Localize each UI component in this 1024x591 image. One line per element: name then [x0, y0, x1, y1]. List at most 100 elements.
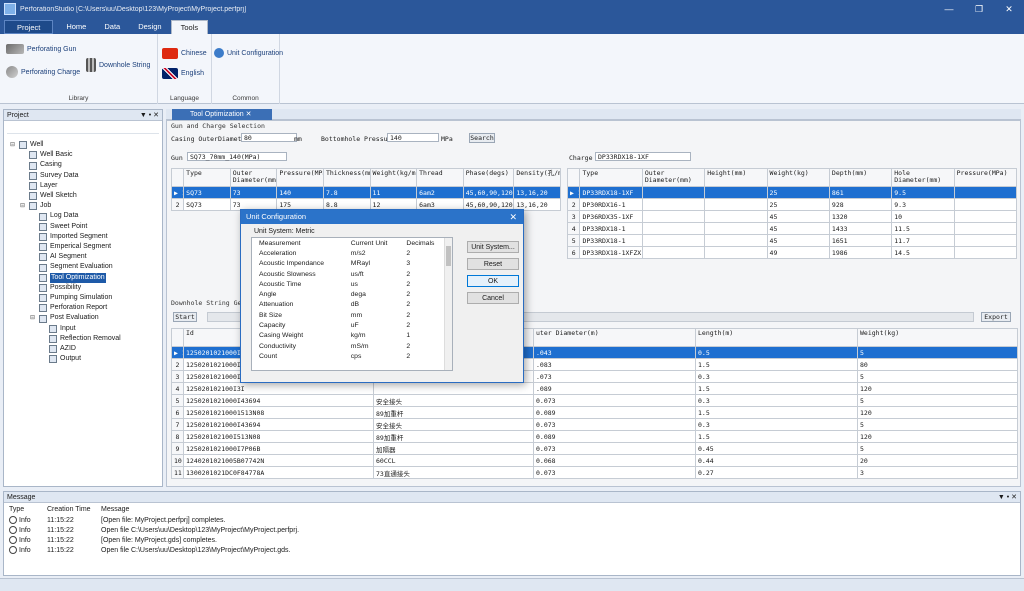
restore-icon[interactable]: ❐: [964, 0, 994, 18]
charge-table-row[interactable]: 6 DP33RDX18-1XFZX 49 1986 14.5: [566, 246, 1018, 259]
tree-item-sweet-point[interactable]: Sweet Point: [10, 222, 162, 232]
tree-item-label: Layer: [40, 181, 58, 189]
measurement-row[interactable]: Acoustic Slowness us/ft 2: [252, 269, 444, 279]
measurement-row[interactable]: Angle dega 2: [252, 289, 444, 299]
tree-item-tool-optimization[interactable]: Tool Optimization: [10, 272, 162, 283]
tree-item-possibility[interactable]: Possibility: [10, 283, 162, 293]
start-button[interactable]: Start: [173, 312, 197, 322]
tree-item-log-data[interactable]: Log Data: [10, 211, 162, 221]
string-table-row[interactable]: 9 1250201021000I7P06B 加隔器 0.073 0.45 5: [171, 442, 1018, 455]
tree-item-output[interactable]: Output: [10, 354, 162, 364]
tree-node-icon: [39, 283, 47, 292]
charge-table-row[interactable]: 5 DP33RDX18-1 45 1651 11.7: [566, 234, 1018, 247]
tree-item-post-evaluation[interactable]: ⊟ Post Evaluation: [10, 313, 162, 323]
tree-item-perforation-report[interactable]: Perforation Report: [10, 303, 162, 313]
measurement-row[interactable]: Count cps 2: [252, 351, 444, 361]
string-table-cell: 1.5: [695, 382, 858, 395]
tree-expander-icon[interactable]: ⊟: [20, 201, 26, 211]
tree-item-layer[interactable]: Layer: [10, 181, 162, 191]
string-table-header: Weight(kg): [857, 328, 1018, 347]
tree-expander-icon[interactable]: ⊟: [30, 313, 36, 323]
casing-od-input[interactable]: 80: [241, 133, 297, 142]
unit-configuration-button[interactable]: Unit Configuration: [214, 48, 283, 58]
cancel-button[interactable]: Cancel: [467, 292, 519, 304]
tree-item-label: Post Evaluation: [50, 314, 99, 322]
tree-item-segment-evaluation[interactable]: Segment Evaluation: [10, 262, 162, 272]
perforating-charge-button[interactable]: Perforating Charge: [6, 66, 80, 78]
tab-data[interactable]: Data: [95, 20, 129, 34]
message-text: [Open file: MyProject.gds] completes.: [101, 536, 217, 544]
pin-icon[interactable]: ▼ • ✕: [140, 110, 159, 121]
message-pin-icon[interactable]: ▼ • ✕: [998, 492, 1017, 503]
string-table-row[interactable]: 11 1300201021DC0F84778A 73直通接头 0.073 0.27 3: [171, 466, 1018, 479]
tree-item-emperical-segment[interactable]: Emperical Segment: [10, 242, 162, 252]
string-table-row[interactable]: 6 12502010210001513N08 89加重杆 0.089 1.5 120: [171, 406, 1018, 419]
tab-home[interactable]: Home: [57, 20, 95, 34]
measurement-row[interactable]: Casing Weight kg/m 1: [252, 331, 444, 341]
downhole-string-button[interactable]: Downhole String: [86, 58, 150, 72]
charge-table-cell: DP33RDX18-1XFZX: [579, 246, 643, 259]
measurement-name: Acceleration: [259, 249, 297, 257]
gun-table-row[interactable]: ▶ 1SQ73731407.8116am245,60,90,12013,16,2…: [170, 186, 561, 199]
message-table: Type Creation Time Message Info 11:15:22 […: [4, 503, 1020, 555]
tree-item-label: Well: [30, 141, 44, 148]
unit-system-button[interactable]: Unit System...: [467, 241, 519, 253]
measurement-decimals: 2: [406, 291, 411, 299]
language-group: Chinese English Language: [158, 34, 212, 104]
measurement-row[interactable]: Acoustic Impendance MRayl 3: [252, 259, 444, 269]
measurement-row[interactable]: Bit Size mm 2: [252, 310, 444, 320]
measurement-row[interactable]: Acoustic Time us 2: [252, 279, 444, 289]
tree-item-pumping-simulation[interactable]: Pumping Simulation: [10, 293, 162, 303]
measurement-row[interactable]: Attenuation dB 2: [252, 300, 444, 310]
tree-item-well[interactable]: ⊟ Well: [10, 140, 162, 150]
charge-table-row[interactable]: 4 DP33RDX18-1 45 1433 11.5: [566, 222, 1018, 235]
message-row[interactable]: Info 11:15:22 Open file C:\Users\uu\Deskto…: [4, 525, 1020, 535]
string-table-row[interactable]: 10 1240201021005B07742N 60CCL 0.068 0.44 20: [171, 454, 1018, 467]
tree-item-job[interactable]: ⊟ Job: [10, 201, 162, 211]
tree-node-icon: [39, 243, 47, 252]
dialog-close-icon[interactable]: ✕: [509, 210, 517, 224]
charge-table-row[interactable]: 2 DP30RDX16-1 25 928 9.3: [566, 198, 1018, 211]
string-table-row[interactable]: 5 1250201021000I43694 安全接头 0.073 0.3 5: [171, 394, 1018, 407]
tree-item-azid[interactable]: AZID: [10, 344, 162, 354]
tab-tool-optimization[interactable]: Tool Optimization ✕: [172, 109, 272, 120]
tree-expander-icon[interactable]: ⊟: [10, 140, 16, 150]
measurement-row[interactable]: Acceleration m/s2 2: [252, 248, 444, 258]
charge-table-cell: 49: [766, 246, 830, 259]
string-table-row[interactable]: 8 125020102100I513N08 89加重杆 0.089 1.5 120: [171, 430, 1018, 443]
ok-button[interactable]: OK: [467, 275, 519, 287]
tree-item-casing[interactable]: Casing: [10, 160, 162, 170]
tab-tools[interactable]: Tools: [170, 20, 209, 34]
message-row[interactable]: Info 11:15:22 [Open file: MyProject.perfpr…: [4, 515, 1020, 525]
string-table-row[interactable]: 4 125020102100I3I .089 1.5 120: [171, 382, 1018, 395]
close-icon[interactable]: ✕: [994, 0, 1024, 18]
message-row[interactable]: Info 11:15:22 [Open file: MyProject.gds] c…: [4, 535, 1020, 545]
tree-item-label: Input: [60, 324, 76, 332]
export-button[interactable]: Export: [981, 312, 1011, 322]
bh-pressure-input[interactable]: 140: [387, 133, 439, 142]
chinese-button[interactable]: Chinese: [162, 48, 207, 59]
message-row[interactable]: Info 11:15:22 Open file C:\Users\uu\Deskto…: [4, 545, 1020, 555]
tree-item-well-basic[interactable]: Well Basic: [10, 150, 162, 160]
tree-item-survey-data[interactable]: Survey Data: [10, 171, 162, 181]
measurement-row[interactable]: Capacity uF 2: [252, 320, 444, 330]
perforating-gun-button[interactable]: Perforating Gun: [6, 44, 76, 54]
charge-table-row[interactable]: ▶ 1DP33RDX18-1XF 258619.5: [566, 186, 1018, 199]
search-button[interactable]: Search: [469, 133, 495, 143]
minimize-icon[interactable]: —: [934, 0, 964, 18]
tree-item-reflection-removal[interactable]: Reflection Removal: [10, 334, 162, 344]
gun-input[interactable]: SQ73_70mm_140(MPa): [187, 152, 287, 161]
measurement-row[interactable]: Conductivity mS/m 2: [252, 341, 444, 351]
english-button[interactable]: English: [162, 68, 204, 79]
tab-design[interactable]: Design: [129, 20, 170, 34]
tree-item-input[interactable]: Input: [10, 324, 162, 334]
tree-item-imported-segment[interactable]: Imported Segment: [10, 232, 162, 242]
measurement-scrollbar[interactable]: [444, 238, 452, 370]
tab-project[interactable]: Project: [4, 20, 54, 34]
reset-button[interactable]: Reset: [467, 258, 519, 270]
tree-item-well-sketch[interactable]: Well Sketch: [10, 191, 162, 201]
string-table-row[interactable]: 7 1250201021000I43694 安全接头 0.073 0.3 5: [171, 418, 1018, 431]
charge-table-row[interactable]: 3 DP36RDX35-1XF 45 1320 10: [566, 210, 1018, 223]
charge-input[interactable]: DP33RDX18-1XF: [595, 152, 691, 161]
tree-item-ai-segment[interactable]: AI Segment: [10, 252, 162, 262]
